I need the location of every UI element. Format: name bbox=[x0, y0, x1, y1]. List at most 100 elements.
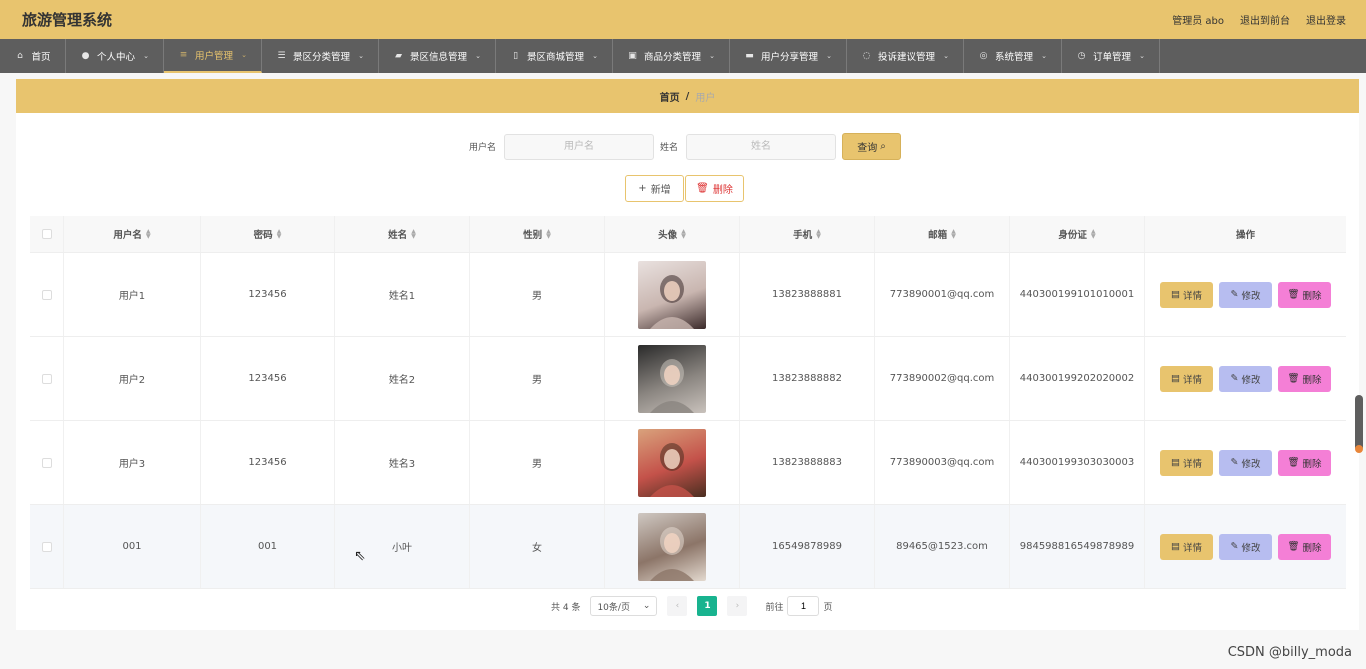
cell-avatar bbox=[605, 337, 740, 420]
breadcrumb-current: 用户 bbox=[695, 92, 716, 104]
select-all-checkbox[interactable] bbox=[41, 229, 52, 239]
row-checkbox[interactable] bbox=[41, 541, 52, 552]
compass-icon: ◎ bbox=[979, 51, 988, 61]
nav-item-6[interactable]: ▣ 商品分类管理 ⌄ bbox=[613, 39, 730, 73]
home-icon: ⌂ bbox=[17, 51, 23, 61]
logout-link[interactable]: 退出登录 bbox=[1306, 12, 1346, 27]
breadcrumb-separator: / bbox=[685, 90, 690, 102]
pager-total: 共 4 条 bbox=[551, 602, 581, 613]
row-checkbox[interactable] bbox=[41, 289, 52, 300]
row-checkbox[interactable] bbox=[41, 373, 52, 384]
add-button[interactable]: + 新增 bbox=[625, 175, 684, 202]
app-title: 旅游管理系统 bbox=[22, 11, 113, 29]
edit-label: 修改 bbox=[1241, 458, 1261, 470]
cell-email: 773890001@qq.com bbox=[875, 253, 1010, 336]
detail-button[interactable]: ▤ 详情 bbox=[1160, 365, 1213, 392]
mouse-cursor-icon: ⇖ bbox=[354, 548, 366, 564]
nav-item-label: 商品分类管理 bbox=[644, 52, 702, 63]
column-header-label: 性别 bbox=[523, 230, 543, 241]
cell-avatar bbox=[605, 253, 740, 336]
query-button[interactable]: 查询 ⌕ bbox=[842, 133, 902, 160]
name-search-input[interactable] bbox=[686, 133, 837, 160]
cell-name: 小叶 bbox=[335, 505, 470, 588]
cell-gender: 女 bbox=[470, 505, 605, 588]
nav-item-9[interactable]: ◎ 系统管理 ⌄ bbox=[964, 39, 1062, 73]
column-header: 操作 bbox=[1145, 216, 1346, 252]
column-header[interactable]: 用户名 ▲ ▼ bbox=[64, 216, 201, 252]
sort-icon: ▲ ▼ bbox=[411, 228, 416, 240]
sort-icon: ▲ ▼ bbox=[276, 228, 282, 240]
nav-item-10[interactable]: ◷ 订单管理 ⌄ bbox=[1062, 39, 1160, 73]
page-number-current[interactable]: 1 bbox=[697, 596, 718, 616]
delete-button[interactable]: 🗑 删除 bbox=[1278, 449, 1331, 476]
delete-button[interactable]: 🗑 删除 bbox=[1278, 533, 1331, 560]
cell-idcard: 440300199101010001 bbox=[1010, 253, 1145, 336]
cell-password: 001 bbox=[201, 505, 335, 588]
nav-item-7[interactable]: ▬ 用户分享管理 ⌄ bbox=[730, 39, 847, 73]
breadcrumb-home[interactable]: 首页 bbox=[660, 89, 680, 104]
goto-page-input[interactable] bbox=[787, 596, 820, 616]
page-size-select[interactable]: 10条/页 ⌄ bbox=[590, 596, 658, 616]
nav-item-2[interactable]: ≡ 用户管理 ⌄ bbox=[164, 39, 262, 73]
watermark: CSDN @billy_moda bbox=[1227, 645, 1352, 660]
edit-button[interactable]: ✎ 修改 bbox=[1219, 533, 1272, 560]
edit-button[interactable]: ✎ 修改 bbox=[1219, 449, 1272, 476]
detail-label: 详情 bbox=[1182, 542, 1202, 554]
detail-button[interactable]: ▤ 详情 bbox=[1160, 533, 1213, 560]
top-header: 旅游管理系统 管理员 abo 退出到前台 退出登录 bbox=[0, 0, 1366, 39]
batch-delete-button[interactable]: 🗑 删除 bbox=[685, 175, 744, 202]
username-search-input[interactable] bbox=[504, 133, 655, 160]
clock-icon: ◷ bbox=[1077, 51, 1086, 61]
action-buttons: + 新增 🗑 删除 bbox=[625, 175, 744, 202]
cell-email: 773890003@qq.com bbox=[875, 421, 1010, 504]
detail-button[interactable]: ▤ 详情 bbox=[1160, 449, 1213, 476]
delete-button[interactable]: 🗑 删除 bbox=[1278, 365, 1331, 392]
edit-label: 修改 bbox=[1241, 542, 1261, 554]
remove-label: 删除 bbox=[1302, 374, 1322, 386]
nav-item-1[interactable]: ● 个人中心 ⌄ bbox=[66, 39, 164, 73]
next-page-button[interactable]: › bbox=[727, 596, 748, 616]
edit-button[interactable]: ✎ 修改 bbox=[1219, 281, 1272, 308]
edit-button[interactable]: ✎ 修改 bbox=[1219, 365, 1272, 392]
column-header[interactable]: 密码 ▲ ▼ bbox=[201, 216, 335, 252]
nav-item-0[interactable]: ⌂ 首页 bbox=[0, 39, 66, 73]
detail-button[interactable]: ▤ 详情 bbox=[1160, 281, 1213, 308]
cell-password: 123456 bbox=[201, 253, 335, 336]
sliders-icon: ☰ bbox=[277, 51, 286, 61]
trash-icon: 🗑 bbox=[1287, 373, 1300, 384]
column-header[interactable]: 姓名 ▲ ▼ bbox=[335, 216, 470, 252]
row-checkbox[interactable] bbox=[41, 457, 52, 468]
cell-username: 001 bbox=[64, 505, 201, 588]
remove-label: 删除 bbox=[1302, 458, 1322, 470]
delete-button[interactable]: 🗑 删除 bbox=[1278, 281, 1331, 308]
column-header-label: 姓名 bbox=[388, 230, 408, 241]
nav-item-label: 景区分类管理 bbox=[293, 52, 351, 63]
edit-label: 修改 bbox=[1241, 374, 1261, 386]
nav-item-4[interactable]: ▰ 景区信息管理 ⌄ bbox=[379, 39, 496, 73]
nav-item-3[interactable]: ☰ 景区分类管理 ⌄ bbox=[262, 39, 379, 73]
prev-page-button[interactable]: ‹ bbox=[667, 596, 688, 616]
to-front-link[interactable]: 退出到前台 bbox=[1240, 12, 1290, 27]
chevron-down-icon: ⌄ bbox=[1139, 52, 1145, 60]
nav-item-label: 用户管理 bbox=[195, 51, 234, 62]
column-header[interactable]: 性别 ▲ ▼ bbox=[470, 216, 605, 252]
query-label: 查询 bbox=[857, 143, 878, 154]
scrollbar-thumb[interactable] bbox=[1355, 395, 1363, 453]
nav-item-5[interactable]: ▯ 景区商城管理 ⌄ bbox=[496, 39, 613, 73]
search-icon: ⌕ bbox=[880, 141, 886, 152]
list-icon: ≡ bbox=[179, 50, 188, 60]
column-header[interactable]: 手机 ▲ ▼ bbox=[740, 216, 875, 252]
sort-icon: ▲ ▼ bbox=[816, 228, 821, 240]
column-header[interactable]: 身份证 ▲ ▼ bbox=[1010, 216, 1145, 252]
cell-gender: 男 bbox=[470, 337, 605, 420]
cell-operations: ▤ 详情 ✎ 修改 🗑 删除 bbox=[1145, 421, 1346, 504]
chevron-down-icon: ⌄ bbox=[826, 52, 832, 60]
document-icon: ▤ bbox=[1171, 373, 1180, 384]
column-header-label: 头像 bbox=[658, 230, 678, 241]
page-goto: 前往 页 bbox=[765, 596, 832, 616]
column-header-label: 操作 bbox=[1235, 230, 1255, 241]
column-header-label: 邮箱 bbox=[928, 230, 948, 241]
column-header[interactable]: 头像 ▲ ▼ bbox=[605, 216, 740, 252]
column-header[interactable]: 邮箱 ▲ ▼ bbox=[875, 216, 1010, 252]
nav-item-8[interactable]: ◌ 投诉建议管理 ⌄ bbox=[847, 39, 964, 73]
